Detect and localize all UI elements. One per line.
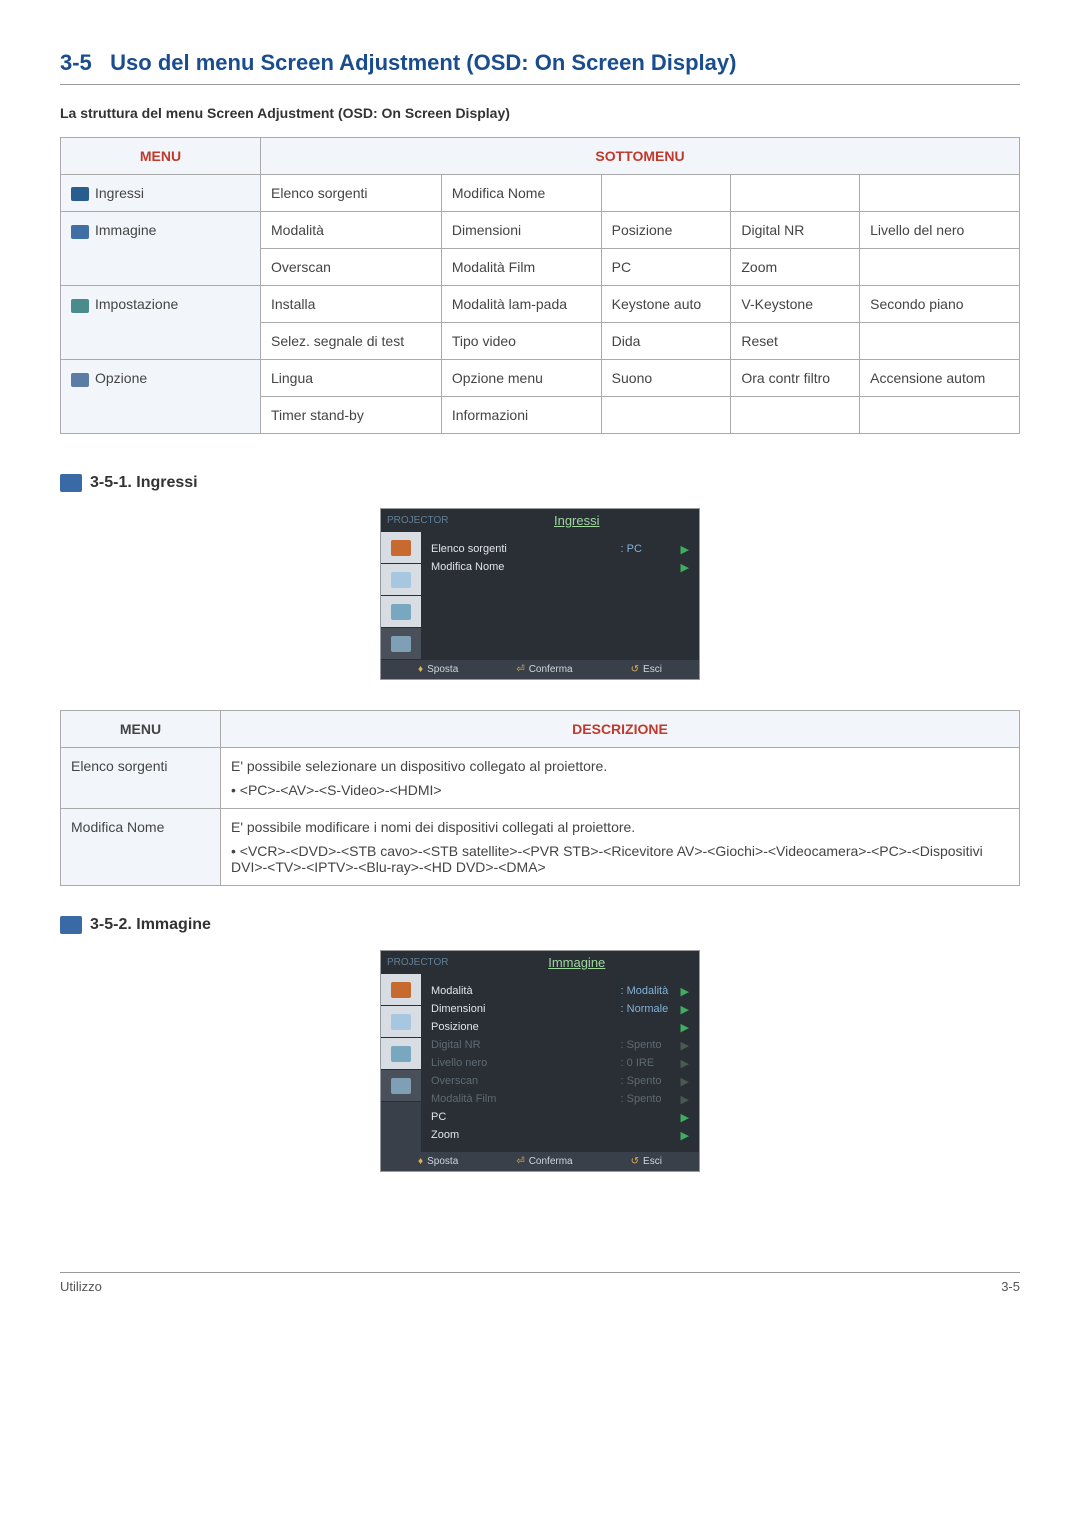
arrow-right-icon: ▶ bbox=[681, 543, 689, 556]
osd-row: Livello nero: 0 IRE▶ bbox=[431, 1054, 689, 1072]
footer-right: 3-5 bbox=[1001, 1279, 1020, 1294]
ingressi-desc-table: MENU DESCRIZIONE Elenco sorgenti E' poss… bbox=[60, 710, 1020, 886]
arrow-right-icon: ▶ bbox=[681, 1057, 689, 1070]
osd-side-nav bbox=[381, 532, 421, 660]
osd-row: Posizione▶ bbox=[431, 1018, 689, 1036]
enter-icon: ⏎ bbox=[516, 1156, 524, 1167]
osd-title: Ingressi bbox=[455, 509, 700, 532]
osd-footer2: ♦ Sposta ⏎ Conferma ↺ Esci bbox=[381, 1152, 699, 1171]
osd-row: Overscan: Spento▶ bbox=[431, 1072, 689, 1090]
row-ingressi: Ingressi bbox=[61, 175, 261, 212]
section-number: 3-5 bbox=[60, 50, 92, 75]
arrow-right-icon: ▶ bbox=[681, 561, 689, 574]
ingressi-icon bbox=[71, 187, 89, 201]
menu-structure-table: MENU SOTTOMENU Ingressi Elenco sorgenti … bbox=[60, 137, 1020, 434]
osd-row: PC▶ bbox=[431, 1108, 689, 1126]
osd-nav-immagine-icon bbox=[391, 1014, 411, 1030]
th-descrizione: DESCRIZIONE bbox=[221, 711, 1020, 748]
osd-ingressi: PROJECTOR Ingressi Elenco sorgenti: PC▶ … bbox=[380, 508, 700, 680]
osd-nav-opzione-icon bbox=[391, 1078, 411, 1094]
immagine-section-icon bbox=[60, 916, 82, 934]
arrow-right-icon: ▶ bbox=[681, 1003, 689, 1016]
th-menu: MENU bbox=[61, 138, 261, 175]
th-sottomenu: SOTTOMENU bbox=[261, 138, 1020, 175]
arrow-right-icon: ▶ bbox=[681, 1129, 689, 1142]
arrow-right-icon: ▶ bbox=[681, 1111, 689, 1124]
subsection-351: 3-5-1. Ingressi bbox=[60, 474, 1020, 492]
ingressi-section-icon bbox=[60, 474, 82, 492]
row-impostazione: Impostazione bbox=[61, 286, 261, 360]
osd-projector-label2: PROJECTOR bbox=[381, 953, 455, 972]
arrow-right-icon: ▶ bbox=[681, 1093, 689, 1106]
osd-nav-impostazione-icon bbox=[391, 604, 411, 620]
osd-projector-label: PROJECTOR bbox=[381, 511, 455, 530]
section-title-text: Uso del menu Screen Adjustment (OSD: On … bbox=[110, 50, 736, 75]
osd-nav-ingressi-icon bbox=[391, 982, 411, 998]
osd-row: Zoom▶ bbox=[431, 1126, 689, 1144]
immagine-icon bbox=[71, 225, 89, 239]
return-icon: ↺ bbox=[631, 1156, 639, 1167]
arrow-right-icon: ▶ bbox=[681, 1075, 689, 1088]
th-menu2: MENU bbox=[61, 711, 221, 748]
osd-nav-ingressi-icon bbox=[391, 540, 411, 556]
osd-nav-immagine-icon bbox=[391, 572, 411, 588]
osd-footer: ♦ Sposta ⏎ Conferma ↺ Esci bbox=[381, 660, 699, 679]
osd-title2: Immagine bbox=[455, 951, 700, 974]
osd-row: Modalità: Modalità▶ bbox=[431, 982, 689, 1000]
row-opzione: Opzione bbox=[61, 360, 261, 434]
arrow-right-icon: ▶ bbox=[681, 1039, 689, 1052]
move-icon: ♦ bbox=[418, 1156, 423, 1167]
osd-row: Digital NR: Spento▶ bbox=[431, 1036, 689, 1054]
osd-side-nav2 bbox=[381, 974, 421, 1152]
osd-nav-opzione-icon bbox=[391, 636, 411, 652]
enter-icon: ⏎ bbox=[516, 664, 524, 675]
impostazione-icon bbox=[71, 299, 89, 313]
subsection-352: 3-5-2. Immagine bbox=[60, 916, 1020, 934]
section-heading: 3-5 Uso del menu Screen Adjustment (OSD:… bbox=[60, 50, 1020, 85]
osd-row: Dimensioni: Normale▶ bbox=[431, 1000, 689, 1018]
structure-subtitle: La struttura del menu Screen Adjustment … bbox=[60, 105, 1020, 121]
opzione-icon bbox=[71, 373, 89, 387]
osd-immagine: PROJECTOR Immagine Modalità: Modalità▶Di… bbox=[380, 950, 700, 1172]
row-immagine: Immagine bbox=[61, 212, 261, 286]
arrow-right-icon: ▶ bbox=[681, 985, 689, 998]
osd-row: Modalità Film: Spento▶ bbox=[431, 1090, 689, 1108]
page-footer: Utilizzo 3-5 bbox=[60, 1272, 1020, 1294]
move-icon: ♦ bbox=[418, 664, 423, 675]
return-icon: ↺ bbox=[631, 664, 639, 675]
arrow-right-icon: ▶ bbox=[681, 1021, 689, 1034]
osd-nav-impostazione-icon bbox=[391, 1046, 411, 1062]
footer-left: Utilizzo bbox=[60, 1279, 102, 1294]
